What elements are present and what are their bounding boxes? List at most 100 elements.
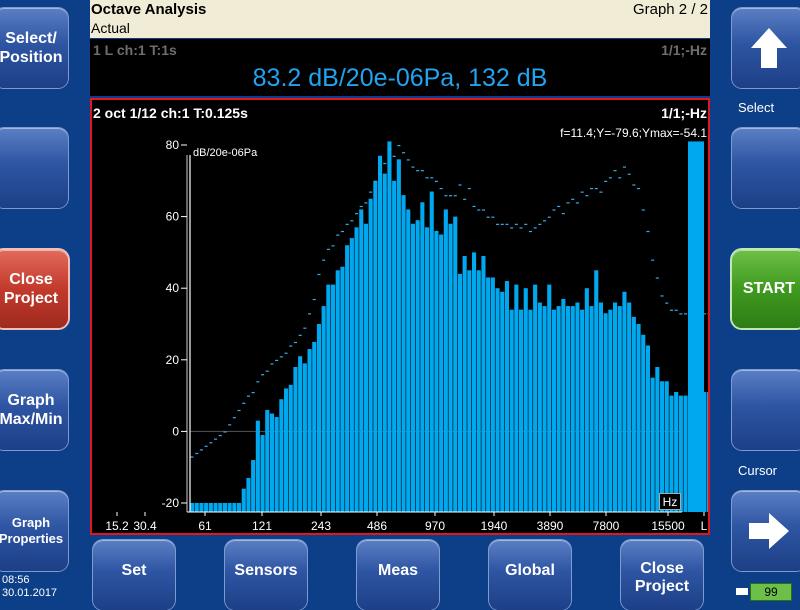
y-tick-label: 80 — [166, 138, 180, 152]
octave-graph-panel[interactable]: 80 60 40 20 0 -20 dB/20e-06Pa 15.2 30.4 61 121 243 4… — [90, 98, 710, 535]
spectrum-bar — [302, 363, 307, 512]
max-marker — [416, 170, 420, 172]
max-marker — [679, 313, 683, 315]
spectrum-bar — [349, 238, 354, 512]
max-marker — [439, 187, 443, 190]
max-marker — [312, 298, 316, 301]
spectrum-bar — [227, 503, 232, 512]
graph-maxmin-label: Graph Max/Min — [0, 391, 63, 428]
y-axis-label: dB/20e-06Pa — [193, 147, 258, 159]
spectrum-bar — [321, 306, 326, 512]
spectrum-bar — [222, 503, 227, 512]
y-tick-label: 60 — [166, 210, 180, 224]
spectrum-bar — [453, 216, 458, 512]
max-marker — [369, 191, 373, 193]
spectrum-bar — [307, 349, 312, 512]
max-marker — [707, 313, 708, 315]
max-marker — [242, 402, 246, 404]
max-marker — [284, 352, 288, 354]
max-marker — [552, 209, 556, 211]
spectrum-bar — [420, 202, 425, 512]
spectrum-bar — [636, 324, 641, 512]
graph-maxmin-button[interactable]: Graph Max/Min — [0, 370, 68, 450]
max-marker — [411, 166, 415, 168]
max-marker — [486, 216, 490, 218]
max-marker — [331, 245, 335, 247]
spectrum-bar — [265, 409, 270, 512]
max-marker — [580, 191, 584, 193]
max-marker — [449, 195, 453, 197]
spectrum-bar — [373, 180, 378, 513]
spectrum-bar — [410, 223, 415, 512]
octave-chart: 80 60 40 20 0 -20 dB/20e-06Pa 15.2 30.4 61 121 243 4… — [105, 138, 708, 533]
spectrum-bar — [429, 191, 434, 512]
select-position-button[interactable]: Select/ Position — [0, 8, 68, 88]
max-marker — [237, 409, 241, 412]
spectrum-bar — [472, 252, 477, 512]
graph-indicator: Graph 2 / 2 — [632, 1, 708, 18]
max-marker — [214, 438, 218, 440]
x-tick-label: 121 — [252, 519, 272, 533]
max-marker — [510, 227, 514, 229]
right-blank-button[interactable] — [732, 128, 800, 208]
select-up-button[interactable] — [732, 8, 800, 88]
spectrum-bar — [401, 195, 406, 512]
max-marker — [392, 155, 396, 157]
spectrum-bar — [241, 488, 246, 512]
max-marker — [387, 148, 391, 150]
spectrum-bar — [269, 413, 274, 512]
max-marker — [575, 202, 579, 204]
max-marker — [251, 392, 255, 394]
x-tick-label: 970 — [425, 519, 445, 533]
spectrum-bar — [326, 284, 331, 512]
cursor-right-button[interactable] — [732, 491, 800, 571]
start-label: START — [742, 280, 796, 298]
left-blank-button[interactable] — [0, 128, 68, 208]
right-blank-button-2[interactable] — [732, 370, 800, 450]
max-marker — [594, 187, 598, 190]
x-tick-label: 1940 — [481, 519, 508, 533]
max-marker — [524, 223, 528, 225]
spectrum-bar — [655, 366, 660, 512]
max-marker — [651, 259, 655, 261]
max-marker — [618, 177, 622, 179]
cursor-readout: f=11.4;Y=-79.6;Ymax=-54.1 — [560, 126, 707, 140]
max-marker — [622, 166, 626, 168]
arrow-up-icon — [751, 28, 787, 68]
max-marker — [655, 277, 659, 279]
max-marker — [543, 220, 547, 222]
close-project-label: Close Project — [634, 560, 690, 596]
spectrum-bar — [382, 173, 387, 512]
spectrum-bar — [335, 270, 340, 512]
max-marker — [317, 273, 321, 276]
spectrum-bar — [345, 245, 350, 513]
start-button[interactable]: START — [732, 250, 800, 328]
close-project-side-button[interactable]: Close Project — [0, 250, 68, 328]
spectrum-bar — [274, 417, 279, 512]
max-marker — [547, 216, 551, 218]
spectrum-bar — [490, 277, 495, 512]
x-tick-label: 3890 — [537, 519, 564, 533]
spectrum-bar — [260, 434, 265, 512]
graph-properties-button[interactable]: Graph Properties — [0, 491, 68, 571]
max-marker — [590, 187, 594, 190]
spectrum-bar — [406, 209, 411, 512]
max-marker — [425, 177, 429, 179]
max-marker — [684, 313, 688, 315]
spectrum-bar — [561, 298, 566, 512]
max-marker — [298, 334, 302, 336]
spectrum-bar — [617, 306, 622, 512]
spectrum-bar — [500, 291, 505, 512]
readout-value: 83.2 dB/20e-06Pa, 132 dB — [252, 64, 548, 92]
spectrum-bar — [533, 284, 538, 512]
spectrum-bar — [509, 309, 514, 512]
max-marker — [637, 187, 641, 190]
spectrum-bar — [462, 255, 467, 513]
max-marker — [275, 359, 279, 361]
spectrum-bar — [608, 309, 613, 512]
max-marker — [533, 227, 537, 229]
max-marker — [345, 223, 349, 225]
spectrum-bar — [645, 345, 650, 512]
max-marker — [627, 173, 631, 175]
spectrum-bar — [514, 284, 519, 512]
